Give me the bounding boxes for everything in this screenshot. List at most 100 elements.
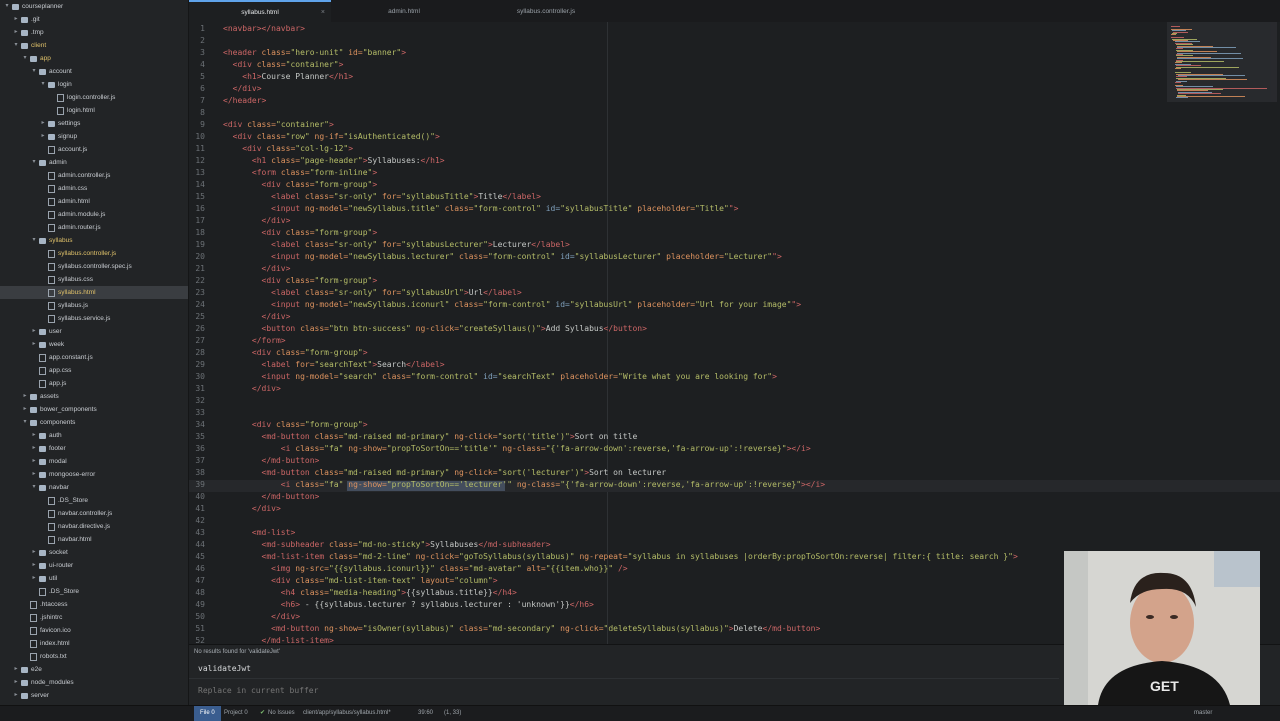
code-line[interactable]: <div class="form-group"> — [223, 180, 378, 189]
tab-syllabus-html[interactable]: syllabus.html × — [189, 0, 331, 22]
tree-folder[interactable]: ▸ server — [0, 689, 188, 702]
code-line[interactable]: </div> — [223, 312, 291, 321]
chevron-down-icon[interactable]: ▾ — [31, 234, 37, 247]
code-line[interactable]: <md-list> — [223, 528, 295, 537]
tab-admin-html[interactable]: admin.html — [333, 0, 475, 22]
chevron-right-icon[interactable]: ▸ — [40, 130, 46, 143]
tree-folder[interactable]: ▸ week — [0, 338, 188, 351]
chevron-right-icon[interactable]: ▸ — [31, 455, 37, 468]
code-line[interactable]: </div> — [223, 84, 262, 93]
tree-file[interactable]: syllabus.controller.js — [0, 247, 188, 260]
tree-folder[interactable]: ▾ account — [0, 65, 188, 78]
tree-folder[interactable]: ▸ modal — [0, 455, 188, 468]
tree-folder[interactable]: ▸ socket — [0, 546, 188, 559]
tree-file[interactable]: syllabus.css — [0, 273, 188, 286]
tree-file[interactable]: syllabus.html — [0, 286, 188, 299]
code-line[interactable]: </div> — [223, 216, 291, 225]
code-line[interactable]: <label class="sr-only" for="syllabusTitl… — [223, 192, 541, 201]
code-line[interactable]: <div class="container"> — [223, 60, 344, 69]
code-line[interactable]: </div> — [223, 612, 300, 621]
chevron-down-icon[interactable]: ▾ — [31, 65, 37, 78]
tab-syllabus-controller[interactable]: syllabus.controller.js — [475, 0, 617, 22]
code-line[interactable]: <div class="form-group"> — [223, 228, 378, 237]
code-line[interactable]: <div class="container"> — [223, 120, 334, 129]
tree-file[interactable]: login.html — [0, 104, 188, 117]
chevron-right-icon[interactable]: ▸ — [13, 689, 19, 702]
code-line[interactable]: <label class="sr-only" for="syllabusLect… — [223, 240, 570, 249]
cursor-position[interactable]: 39:60 — [418, 706, 433, 721]
tree-folder[interactable]: ▾ components — [0, 416, 188, 429]
tree-folder[interactable]: ▸ assets — [0, 390, 188, 403]
code-line[interactable]: </md-button> — [223, 492, 320, 501]
tree-folder[interactable]: ▸ auth — [0, 429, 188, 442]
tree-file[interactable]: robots.txt — [0, 650, 188, 663]
code-line[interactable]: <h6> - {{syllabus.lecturer ? syllabus.le… — [223, 600, 594, 609]
chevron-right-icon[interactable]: ▸ — [31, 546, 37, 559]
tree-folder[interactable]: ▾ admin — [0, 156, 188, 169]
tree-file[interactable]: account.js — [0, 143, 188, 156]
tree-file[interactable]: admin.controller.js — [0, 169, 188, 182]
code-line[interactable]: </header> — [223, 96, 266, 105]
tree-file[interactable]: admin.module.js — [0, 208, 188, 221]
tree-folder[interactable]: ▾ navbar — [0, 481, 188, 494]
tree-folder[interactable]: ▸ user — [0, 325, 188, 338]
code-line[interactable]: </md-list-item> — [223, 636, 334, 644]
chevron-down-icon[interactable]: ▾ — [4, 0, 10, 13]
tree-file[interactable]: admin.css — [0, 182, 188, 195]
chevron-right-icon[interactable]: ▸ — [22, 390, 28, 403]
chevron-right-icon[interactable]: ▸ — [31, 468, 37, 481]
code-line[interactable]: <div class="md-list-item-text" layout="c… — [223, 576, 497, 585]
code-line[interactable]: <navbar></navbar> — [223, 24, 305, 33]
tree-file[interactable]: navbar.controller.js — [0, 507, 188, 520]
code-line[interactable]: <label class="sr-only" for="syllabusUrl"… — [223, 288, 522, 297]
tree-folder[interactable]: ▸ node_modules — [0, 676, 188, 689]
code-line[interactable]: <i class="fa" ng-show="propToSortOn=='ti… — [223, 444, 811, 453]
issues-status[interactable]: No Issues — [268, 706, 295, 721]
code-line[interactable]: <div class="row" ng-if="isAuthenticated(… — [223, 132, 440, 141]
chevron-right-icon[interactable]: ▸ — [13, 663, 19, 676]
project-count[interactable]: Project 0 — [224, 706, 248, 721]
tree-folder[interactable]: ▾ syllabus — [0, 234, 188, 247]
tree-file[interactable]: .htaccess — [0, 598, 188, 611]
code-line[interactable]: <md-button class="md-raised md-primary" … — [223, 468, 667, 477]
chevron-down-icon[interactable]: ▾ — [31, 481, 37, 494]
tree-folder[interactable]: ▾ login — [0, 78, 188, 91]
code-line[interactable]: <div class="form-group"> — [223, 420, 368, 429]
file-count[interactable]: File 0 — [194, 706, 221, 721]
chevron-right-icon[interactable]: ▸ — [31, 442, 37, 455]
tree-file[interactable]: .DS_Store — [0, 494, 188, 507]
code-line[interactable]: <md-button class="md-raised md-primary" … — [223, 432, 638, 441]
tree-folder[interactable]: ▸ .git — [0, 13, 188, 26]
code-line[interactable]: <input ng-model="newSyllabus.title" clas… — [223, 204, 738, 213]
tree-file[interactable]: syllabus.service.js — [0, 312, 188, 325]
code-line[interactable]: <div class="form-group"> — [223, 276, 378, 285]
file-path[interactable]: client/app/syllabus/syllabus.html* — [303, 706, 391, 721]
tree-file[interactable]: .jshintrc — [0, 611, 188, 624]
chevron-down-icon[interactable]: ▾ — [13, 39, 19, 52]
tree-file[interactable]: syllabus.controller.spec.js — [0, 260, 188, 273]
code-line[interactable]: </form> — [223, 336, 286, 345]
tree-file[interactable]: admin.html — [0, 195, 188, 208]
tree-folder[interactable]: ▸ util — [0, 572, 188, 585]
tree-file[interactable]: app.js — [0, 377, 188, 390]
code-line[interactable]: </md-button> — [223, 456, 320, 465]
code-line[interactable]: <label for="searchText">Search</label> — [223, 360, 445, 369]
tree-file[interactable]: navbar.html — [0, 533, 188, 546]
chevron-down-icon[interactable]: ▾ — [40, 78, 46, 91]
code-line[interactable]: <header class="hero-unit" id="banner"> — [223, 48, 406, 57]
code-line[interactable]: </div> — [223, 504, 281, 513]
chevron-right-icon[interactable]: ▸ — [22, 403, 28, 416]
chevron-down-icon[interactable]: ▾ — [31, 156, 37, 169]
code-line[interactable]: <h1>Course Planner</h1> — [223, 72, 353, 81]
code-line[interactable]: <h4 class="media-heading">{{syllabus.tit… — [223, 588, 517, 597]
close-icon[interactable]: × — [321, 2, 325, 24]
minimap[interactable] — [1167, 22, 1277, 102]
chevron-down-icon[interactable]: ▾ — [22, 416, 28, 429]
code-line[interactable]: <div class="form-group"> — [223, 348, 368, 357]
tree-folder[interactable]: ▾ courseplanner — [0, 0, 188, 13]
code-line[interactable]: <h1 class="page-header">Syllabuses:</h1> — [223, 156, 445, 165]
tree-folder[interactable]: ▸ signup — [0, 130, 188, 143]
chevron-right-icon[interactable]: ▸ — [13, 676, 19, 689]
chevron-right-icon[interactable]: ▸ — [40, 117, 46, 130]
code-line[interactable]: <input ng-model="newSyllabus.iconurl" cl… — [223, 300, 801, 309]
